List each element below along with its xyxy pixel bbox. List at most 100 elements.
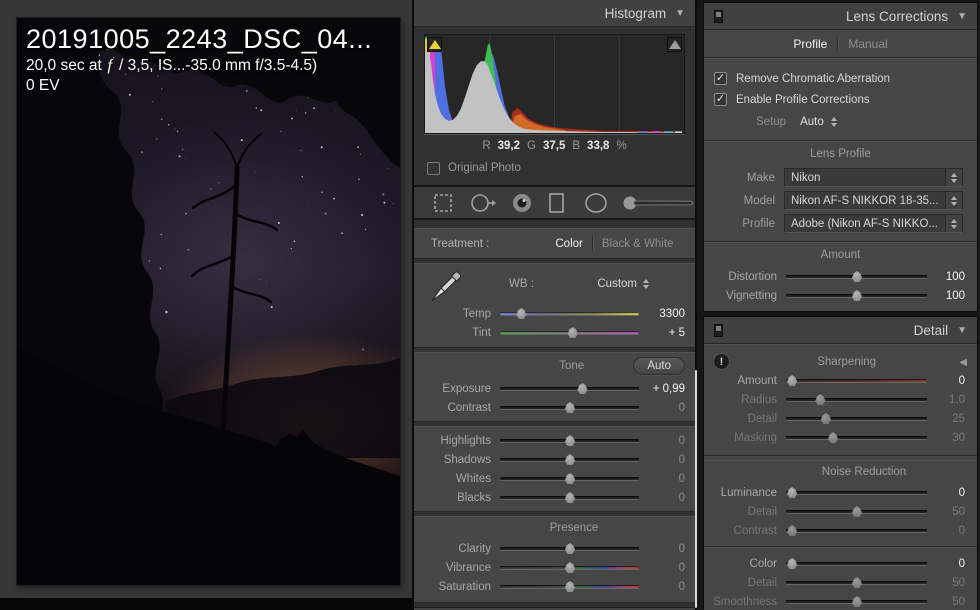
- spot-removal-icon[interactable]: [468, 190, 496, 216]
- color-nr-slider[interactable]: [786, 558, 927, 569]
- radial-filter-icon[interactable]: [582, 190, 608, 216]
- vignetting-slider[interactable]: [786, 290, 927, 301]
- tint-slider[interactable]: [500, 327, 639, 338]
- color-smoothness-slider[interactable]: [786, 596, 927, 607]
- slider-thumb[interactable]: [577, 383, 588, 394]
- treatment-bw-option[interactable]: Black & White: [602, 238, 674, 250]
- clarity-slider[interactable]: [500, 543, 639, 554]
- red-eye-correction-icon[interactable]: [509, 190, 534, 216]
- exposure-slider-row: Exposure + 0,99: [414, 379, 695, 398]
- chromatic-aberration-checkbox[interactable]: ✓: [714, 72, 727, 85]
- tab-manual[interactable]: Manual: [848, 37, 887, 51]
- adjustment-brush-icon[interactable]: [621, 190, 695, 216]
- shadow-clip-icon: [429, 40, 441, 49]
- crop-overlay-icon[interactable]: [430, 190, 455, 216]
- whites-slider[interactable]: [500, 473, 639, 484]
- warning-icon[interactable]: !: [713, 353, 730, 370]
- g-value: 37,5: [543, 140, 565, 152]
- slider-thumb[interactable]: [787, 525, 798, 536]
- slider-thumb[interactable]: [565, 473, 576, 484]
- make-row: Make Nikon: [704, 166, 977, 189]
- profile-corrections-checkbox[interactable]: ✓: [714, 93, 727, 106]
- updown-arrows-icon[interactable]: [831, 117, 837, 127]
- saturation-slider[interactable]: [500, 581, 639, 592]
- original-photo-checkbox[interactable]: [427, 162, 440, 175]
- slider-thumb[interactable]: [565, 402, 576, 413]
- panel-toggle-icon[interactable]: [714, 324, 723, 337]
- model-dropdown[interactable]: Nikon AF-S NIKKOR 18-35...: [784, 191, 963, 210]
- lens-corrections-title: Lens Corrections: [846, 9, 948, 24]
- noise-reduction-section-label: Noise Reduction: [799, 466, 929, 478]
- shadows-slider-row: Shadows 0: [414, 450, 695, 469]
- sharpen-amount-slider[interactable]: [786, 375, 927, 386]
- slider-value: 0: [639, 492, 685, 504]
- slider-thumb[interactable]: [787, 487, 798, 498]
- slider-thumb[interactable]: [852, 577, 863, 588]
- luminance-detail-slider[interactable]: [786, 506, 927, 517]
- slider-value: 0: [639, 402, 685, 414]
- collapse-triangle-icon[interactable]: ▼: [957, 11, 967, 22]
- slider-thumb[interactable]: [852, 596, 863, 607]
- preview-toggle-icon[interactable]: ◀: [959, 357, 967, 368]
- slider-label: Saturation: [414, 581, 500, 593]
- exposure-slider[interactable]: [500, 383, 639, 394]
- wb-eyedropper-icon[interactable]: [422, 266, 470, 312]
- sharpen-masking-slider[interactable]: [786, 432, 927, 443]
- slider-thumb[interactable]: [565, 543, 576, 554]
- vibrance-slider[interactable]: [500, 562, 639, 573]
- luminance-slider[interactable]: [786, 487, 927, 498]
- slider-thumb[interactable]: [565, 454, 576, 465]
- tab-profile[interactable]: Profile: [793, 37, 827, 51]
- make-dropdown[interactable]: Nikon: [784, 168, 963, 187]
- updown-arrows-icon[interactable]: [643, 279, 649, 289]
- photo-preview[interactable]: 20191005_2243_DSC_04... 20,0 sec at ƒ / …: [17, 18, 400, 585]
- collapse-triangle-icon[interactable]: ▼: [675, 8, 685, 19]
- updown-arrows-icon[interactable]: [945, 192, 962, 209]
- setup-dropdown[interactable]: Auto: [800, 116, 837, 128]
- middle-panel-column: Histogram ▼: [414, 0, 695, 610]
- slider-thumb[interactable]: [852, 290, 863, 301]
- slider-thumb[interactable]: [852, 271, 863, 282]
- slider-thumb[interactable]: [565, 581, 576, 592]
- panel-toggle-icon[interactable]: [714, 10, 723, 23]
- shadow-clipping-indicator[interactable]: [427, 37, 442, 52]
- updown-arrows-icon[interactable]: [945, 169, 962, 186]
- slider-thumb[interactable]: [852, 506, 863, 517]
- highlights-slider[interactable]: [500, 435, 639, 446]
- slider-thumb[interactable]: [828, 432, 839, 443]
- distortion-slider[interactable]: [786, 271, 927, 282]
- slider-label: Luminance: [704, 487, 786, 499]
- lens-corrections-header[interactable]: Lens Corrections ▼: [704, 3, 977, 30]
- luminance-contrast-slider[interactable]: [786, 525, 927, 536]
- blacks-slider[interactable]: [500, 492, 639, 503]
- sharpen-detail-slider[interactable]: [786, 413, 927, 424]
- slider-thumb[interactable]: [815, 394, 826, 405]
- slider-thumb[interactable]: [565, 492, 576, 503]
- auto-tone-button[interactable]: Auto: [633, 357, 685, 375]
- detail-panel-header[interactable]: Detail ▼: [704, 317, 977, 344]
- profile-dropdown[interactable]: Adobe (Nikon AF-S NIKKO...: [784, 214, 963, 233]
- updown-arrows-icon[interactable]: [945, 215, 962, 232]
- graduated-filter-icon[interactable]: [546, 190, 569, 216]
- color-smoothness-slider-row: Smoothness 50: [704, 592, 977, 610]
- slider-thumb[interactable]: [516, 308, 527, 319]
- lens-profile-section-label: Lens Profile: [704, 148, 977, 166]
- slider-thumb[interactable]: [787, 558, 798, 569]
- collapse-triangle-icon[interactable]: ▼: [957, 325, 967, 336]
- slider-thumb[interactable]: [787, 375, 798, 386]
- shadows-slider[interactable]: [500, 454, 639, 465]
- color-detail-slider[interactable]: [786, 577, 927, 588]
- histogram-panel-header[interactable]: Histogram ▼: [414, 0, 695, 27]
- slider-thumb[interactable]: [565, 435, 576, 446]
- panel-scrollbar[interactable]: [695, 370, 697, 608]
- slider-thumb[interactable]: [820, 413, 831, 424]
- wb-preset-dropdown[interactable]: Custom: [597, 278, 685, 290]
- contrast-slider[interactable]: [500, 402, 639, 413]
- slider-thumb[interactable]: [565, 562, 576, 573]
- sharpen-radius-slider[interactable]: [786, 394, 927, 405]
- slider-thumb[interactable]: [567, 327, 578, 338]
- treatment-color-option[interactable]: Color: [555, 238, 582, 250]
- highlight-clipping-indicator[interactable]: [667, 37, 682, 52]
- temp-slider[interactable]: [500, 308, 639, 319]
- histogram-display[interactable]: [424, 34, 685, 134]
